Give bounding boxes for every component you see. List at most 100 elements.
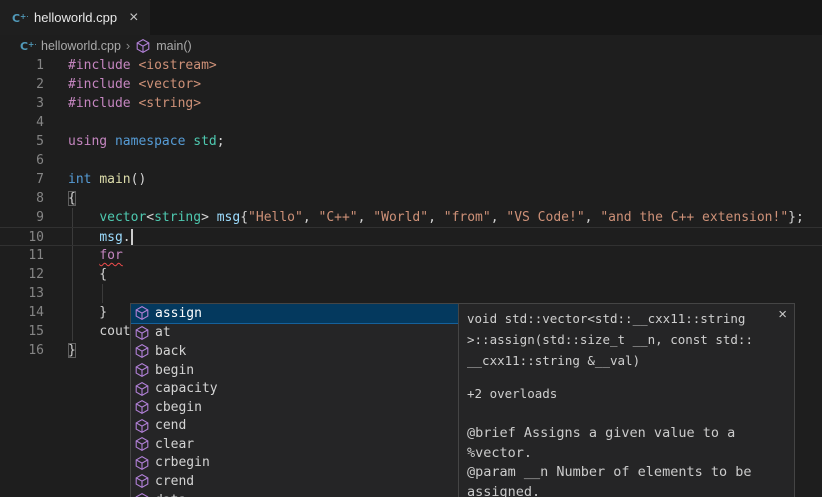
suggest-item-label: back	[155, 344, 186, 359]
suggest-item-label: clear	[155, 437, 194, 452]
symbol-method-icon	[134, 305, 150, 321]
svg-text:C: C	[20, 40, 28, 53]
suggest-item-assign[interactable]: assign	[131, 304, 458, 324]
breadcrumb-item-file[interactable]: C ++ helloworld.cpp	[20, 38, 121, 54]
line-number: 12	[0, 265, 44, 284]
code-text: msg.	[68, 228, 133, 245]
tab-helloworld-cpp[interactable]: C ++ helloworld.cpp ×	[0, 0, 150, 35]
breadcrumb-item-symbol[interactable]: main()	[135, 38, 191, 54]
line-number: 16	[0, 341, 44, 360]
suggest-item-clear[interactable]: clear	[131, 435, 458, 454]
breadcrumb-file-label: helloworld.cpp	[41, 39, 121, 53]
line-number: 5	[0, 132, 44, 151]
code-line[interactable]: 4	[0, 113, 822, 132]
code-editor[interactable]: 1#include <iostream>2#include <vector>3#…	[0, 56, 822, 497]
docs-signature: void std::vector<std::__cxx11::string>::…	[467, 308, 772, 371]
suggest-list: assign atback begin capacity cbegin cend clear…	[130, 303, 459, 497]
line-number: 4	[0, 113, 44, 132]
code-line[interactable]: 1#include <iostream>	[0, 56, 822, 75]
line-number: 9	[0, 208, 44, 227]
symbol-method-icon	[134, 381, 150, 397]
vscode-window: C ++ helloworld.cpp × C ++ helloworld.cp…	[0, 0, 822, 497]
code-text: }	[68, 303, 107, 322]
cpp-file-icon: C ++	[12, 10, 28, 26]
suggest-docs-panel: × void std::vector<std::__cxx11::string>…	[458, 303, 795, 497]
code-line[interactable]: 2 #include <vector>	[0, 75, 822, 94]
suggest-item-label: data	[155, 493, 186, 497]
suggest-item-crbegin[interactable]: crbegin	[131, 454, 458, 473]
line-number: 10	[0, 228, 44, 245]
code-line[interactable]: 6	[0, 151, 822, 170]
svg-text:++: ++	[28, 40, 36, 49]
code-text: cout	[68, 322, 131, 341]
suggest-item-crend[interactable]: crend	[131, 472, 458, 491]
docs-description-line: @param __n Number of elements to be assi…	[467, 463, 772, 497]
code-text: using namespace std;	[68, 132, 225, 151]
line-number: 13	[0, 284, 44, 303]
suggest-item-label: begin	[155, 363, 194, 378]
suggest-item-capacity[interactable]: capacity	[131, 379, 458, 398]
suggest-item-label: assign	[155, 306, 202, 321]
symbol-method-icon	[134, 362, 150, 378]
code-line[interactable]: 9 vector<string> msg{"Hello", "C++", "Wo…	[0, 208, 822, 227]
code-text: }	[68, 341, 76, 360]
cpp-file-icon: C ++	[20, 38, 36, 54]
symbol-method-icon	[134, 399, 150, 415]
docs-signature-line: __cxx11::string &__val)	[467, 350, 772, 371]
symbol-method-icon	[134, 343, 150, 359]
intellisense-suggest-widget: assign atback begin capacity cbegin cend clear…	[130, 303, 795, 497]
line-number: 14	[0, 303, 44, 322]
code-text: for	[68, 246, 123, 265]
line-number: 15	[0, 322, 44, 341]
docs-signature-line: >::assign(std::size_t __n, const std::	[467, 329, 772, 350]
tab-bar: C ++ helloworld.cpp ×	[0, 0, 822, 35]
code-line[interactable]: 7 int main()	[0, 170, 822, 189]
code-text: {	[68, 189, 76, 208]
line-number: 11	[0, 246, 44, 265]
suggest-item-label: cbegin	[155, 400, 202, 415]
suggest-item-label: capacity	[155, 381, 218, 396]
code-line[interactable]: 11 for	[0, 246, 822, 265]
code-line[interactable]: 10 msg.	[0, 227, 822, 246]
tab-close-icon[interactable]: ×	[127, 10, 140, 26]
symbol-method-icon	[134, 492, 150, 497]
suggest-item-data[interactable]: data	[131, 491, 458, 497]
code-line[interactable]: 8{	[0, 189, 822, 208]
breadcrumb: C ++ helloworld.cpp › main()	[0, 35, 822, 56]
suggest-item-cbegin[interactable]: cbegin	[131, 398, 458, 417]
suggest-item-back[interactable]: back	[131, 342, 458, 361]
suggest-item-label: crend	[155, 474, 194, 489]
code-text: int main()	[68, 170, 146, 189]
code-text: {	[68, 265, 107, 284]
code-line[interactable]: 13	[0, 284, 822, 303]
line-number: 7	[0, 170, 44, 189]
code-text: #include <iostream>	[68, 56, 217, 75]
line-number: 3	[0, 94, 44, 113]
suggest-item-label: cend	[155, 418, 186, 433]
breadcrumb-symbol-label: main()	[156, 39, 191, 53]
line-number: 8	[0, 189, 44, 208]
line-number: 2	[0, 75, 44, 94]
docs-signature-line: void std::vector<std::__cxx11::string	[467, 308, 772, 329]
docs-description: @brief Assigns a given value to a %vecto…	[467, 424, 772, 497]
symbol-method-icon	[134, 325, 150, 341]
suggest-item-label: crbegin	[155, 455, 210, 470]
tab-label: helloworld.cpp	[34, 10, 117, 25]
code-line[interactable]: 12 {	[0, 265, 822, 284]
docs-overloads: +2 overloads	[467, 386, 772, 401]
code-line[interactable]: 5 using namespace std;	[0, 132, 822, 151]
svg-text:++: ++	[20, 12, 28, 21]
svg-text:C: C	[12, 12, 20, 25]
suggest-item-begin[interactable]: begin	[131, 361, 458, 380]
code-line[interactable]: 3#include <string>	[0, 94, 822, 113]
suggest-item-cend[interactable]: cend	[131, 416, 458, 435]
suggest-item-at[interactable]: at	[131, 324, 458, 343]
symbol-method-icon	[134, 455, 150, 471]
chevron-right-icon: ›	[126, 38, 130, 53]
line-number: 6	[0, 151, 44, 170]
text-cursor	[131, 229, 133, 245]
code-text: vector<string> msg{"Hello", "C++", "Worl…	[68, 208, 804, 227]
close-icon[interactable]: ×	[778, 306, 787, 323]
code-text: #include <vector>	[68, 75, 201, 94]
symbol-method-icon	[135, 38, 151, 54]
